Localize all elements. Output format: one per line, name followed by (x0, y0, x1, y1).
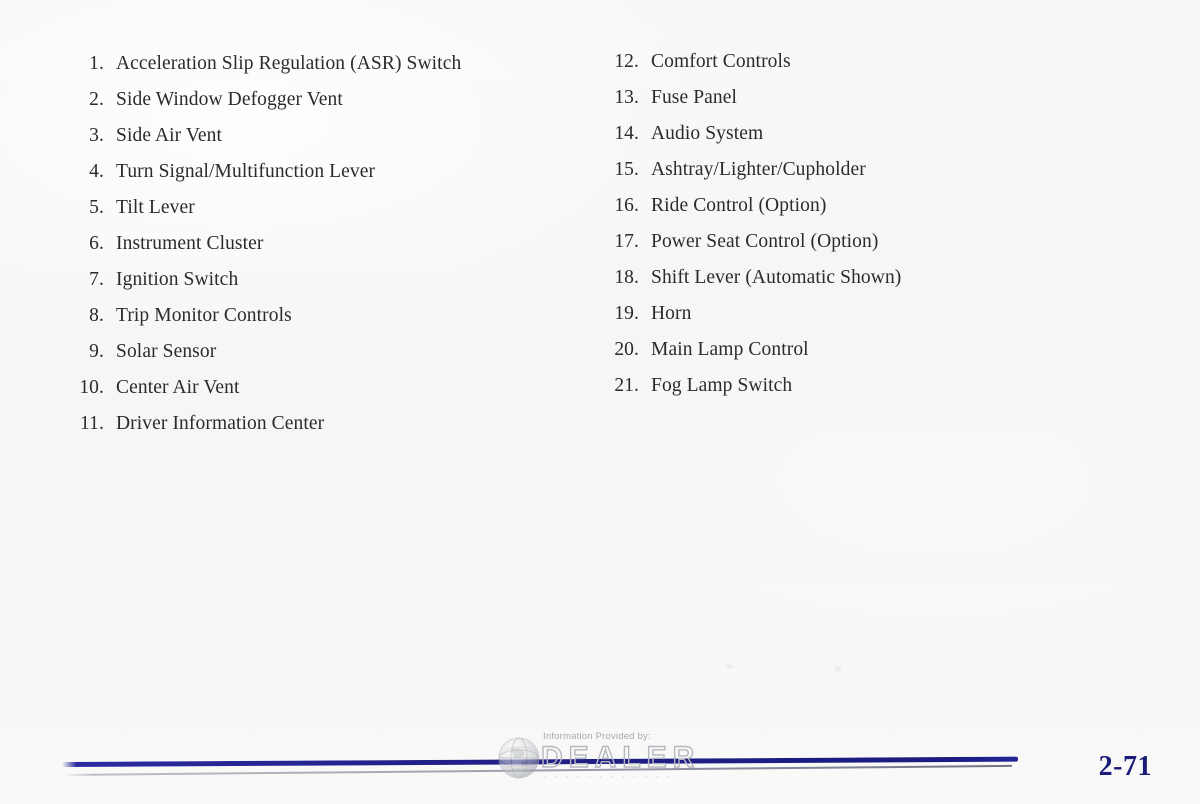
list-item-label: Audio System (651, 123, 764, 144)
legend-column-right: 12. Comfort Controls 13. Fuse Panel 14. … (605, 0, 1065, 411)
list-item-label: Fog Lamp Switch (651, 375, 793, 396)
list-item-label: Instrument Cluster (116, 233, 264, 254)
list-item-number: 18. (614, 267, 639, 288)
list-item-number: 13. (614, 87, 639, 108)
list-item-label: Ride Control (Option) (651, 195, 827, 216)
list-item: 14. Audio System (605, 123, 1065, 159)
list-item-number: 2. (89, 89, 104, 110)
list-item-label: Ignition Switch (116, 269, 239, 290)
list-item-number: 5. (89, 197, 104, 218)
list-item: 7. Ignition Switch (70, 269, 540, 305)
list-item-number: 7. (89, 269, 104, 290)
page-canvas: 1. Acceleration Slip Regulation (ASR) Sw… (0, 0, 1200, 804)
list-item-number: 4. (89, 161, 104, 182)
list-item-label: Ashtray/Lighter/Cupholder (651, 159, 866, 180)
list-item-label: Main Lamp Control (651, 339, 809, 360)
page-number: 2-71 (1098, 751, 1152, 782)
list-item: 15. Ashtray/Lighter/Cupholder (605, 159, 1065, 195)
list-item: 4. Turn Signal/Multifunction Lever (70, 161, 540, 197)
list-item: 6. Instrument Cluster (70, 233, 540, 269)
list-item: 10. Center Air Vent (70, 377, 540, 413)
legend-list-right: 12. Comfort Controls 13. Fuse Panel 14. … (605, 0, 1065, 411)
list-item-number: 14. (614, 123, 639, 144)
list-item: 21. Fog Lamp Switch (605, 375, 1065, 411)
list-item: 20. Main Lamp Control (605, 339, 1065, 375)
list-item: 5. Tilt Lever (70, 197, 540, 233)
list-item: 3. Side Air Vent (70, 125, 540, 161)
list-item-label: Fuse Panel (651, 87, 738, 108)
list-item-number: 17. (614, 231, 639, 252)
list-item-number: 19. (614, 303, 639, 324)
list-item: 17. Power Seat Control (Option) (605, 231, 1065, 267)
list-item: 12. Comfort Controls (605, 51, 1065, 87)
list-item: 9. Solar Sensor (70, 341, 540, 377)
footer-rule-secondary (63, 764, 1012, 776)
list-item: 19. Horn (605, 303, 1065, 339)
list-item-label: Solar Sensor (116, 341, 217, 362)
legend-column-left: 1. Acceleration Slip Regulation (ASR) Sw… (70, 0, 540, 449)
list-item-label: Power Seat Control (Option) (651, 231, 879, 252)
legend-list-left: 1. Acceleration Slip Regulation (ASR) Sw… (70, 0, 540, 449)
list-item-number: 9. (89, 341, 104, 362)
list-item-number: 20. (614, 339, 639, 360)
list-item-label: Side Window Defogger Vent (116, 89, 343, 110)
list-item-number: 1. (89, 53, 104, 74)
list-item: 2. Side Window Defogger Vent (70, 89, 540, 125)
page-footer: 2-71 (0, 684, 1200, 804)
list-item: 11. Driver Information Center (70, 413, 540, 449)
list-item-label: Center Air Vent (116, 377, 240, 398)
list-item-number: 6. (89, 233, 104, 254)
list-item-number: 12. (614, 51, 639, 72)
list-item-number: 21. (614, 375, 639, 396)
list-item: 16. Ride Control (Option) (605, 195, 1065, 231)
list-item-number: 11. (80, 413, 104, 434)
list-item-label: Acceleration Slip Regulation (ASR) Switc… (116, 53, 462, 74)
list-item: 13. Fuse Panel (605, 87, 1065, 123)
list-item-label: Side Air Vent (116, 125, 223, 146)
list-item-label: Turn Signal/Multifunction Lever (116, 161, 376, 182)
list-item-number: 8. (89, 305, 104, 326)
list-item-label: Horn (651, 303, 692, 324)
list-item-label: Trip Monitor Controls (116, 305, 292, 326)
list-item-label: Tilt Lever (116, 197, 195, 218)
list-item-label: Comfort Controls (651, 51, 791, 72)
scan-artifact (835, 666, 841, 672)
list-item-number: 16. (614, 195, 639, 216)
list-item: 1. Acceleration Slip Regulation (ASR) Sw… (70, 53, 540, 89)
list-item-number: 3. (89, 125, 104, 146)
list-item-label: Shift Lever (Automatic Shown) (651, 267, 902, 288)
scan-artifact (726, 664, 733, 669)
list-item-number: 10. (79, 377, 104, 398)
list-item-label: Driver Information Center (116, 413, 325, 434)
list-item: 8. Trip Monitor Controls (70, 305, 540, 341)
list-item: 18. Shift Lever (Automatic Shown) (605, 267, 1065, 303)
list-item-number: 15. (614, 159, 639, 180)
